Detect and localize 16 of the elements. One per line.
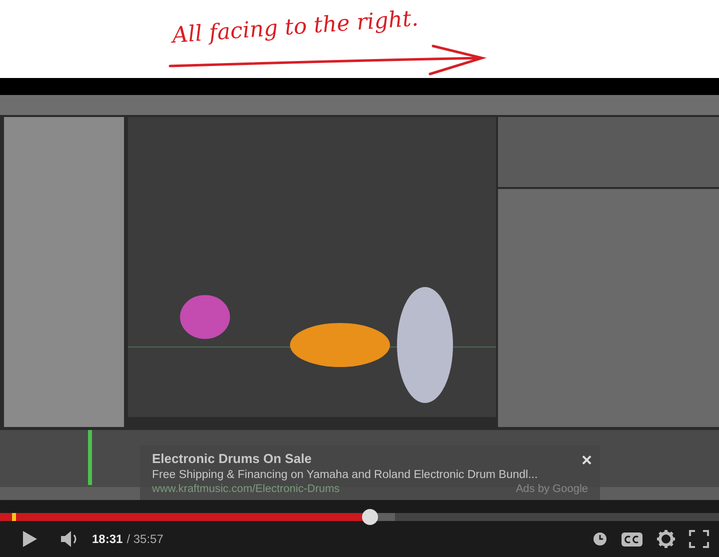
ad-marker (12, 513, 16, 521)
scrubber-handle[interactable] (362, 509, 378, 525)
captions-icon[interactable] (621, 532, 643, 546)
play-icon[interactable] (22, 530, 38, 548)
fullscreen-icon[interactable] (689, 530, 709, 548)
current-time: 18:31 (92, 532, 123, 546)
arrow-icon (168, 44, 488, 78)
clock-icon[interactable] (593, 532, 607, 546)
ad-description: Free Shipping & Financing on Yamaha and Roland Electronic Drum Bundl... (152, 468, 539, 481)
ad-attribution: Ads by Google (516, 482, 588, 495)
settings-icon[interactable] (657, 530, 675, 548)
ad-overlay[interactable]: Electronic Drums On Sale Free Shipping & Financing on Yamaha and Roland Electronic Drum Bundl... www.kraftmusic.com/Electronic-Drums Ads by Google × (140, 444, 600, 500)
total-time: / 35:57 (126, 532, 164, 546)
handwritten-note: All facing to the right. (171, 5, 420, 51)
close-button[interactable]: × (581, 450, 592, 469)
ad-title[interactable]: Electronic Drums On Sale (152, 450, 312, 466)
